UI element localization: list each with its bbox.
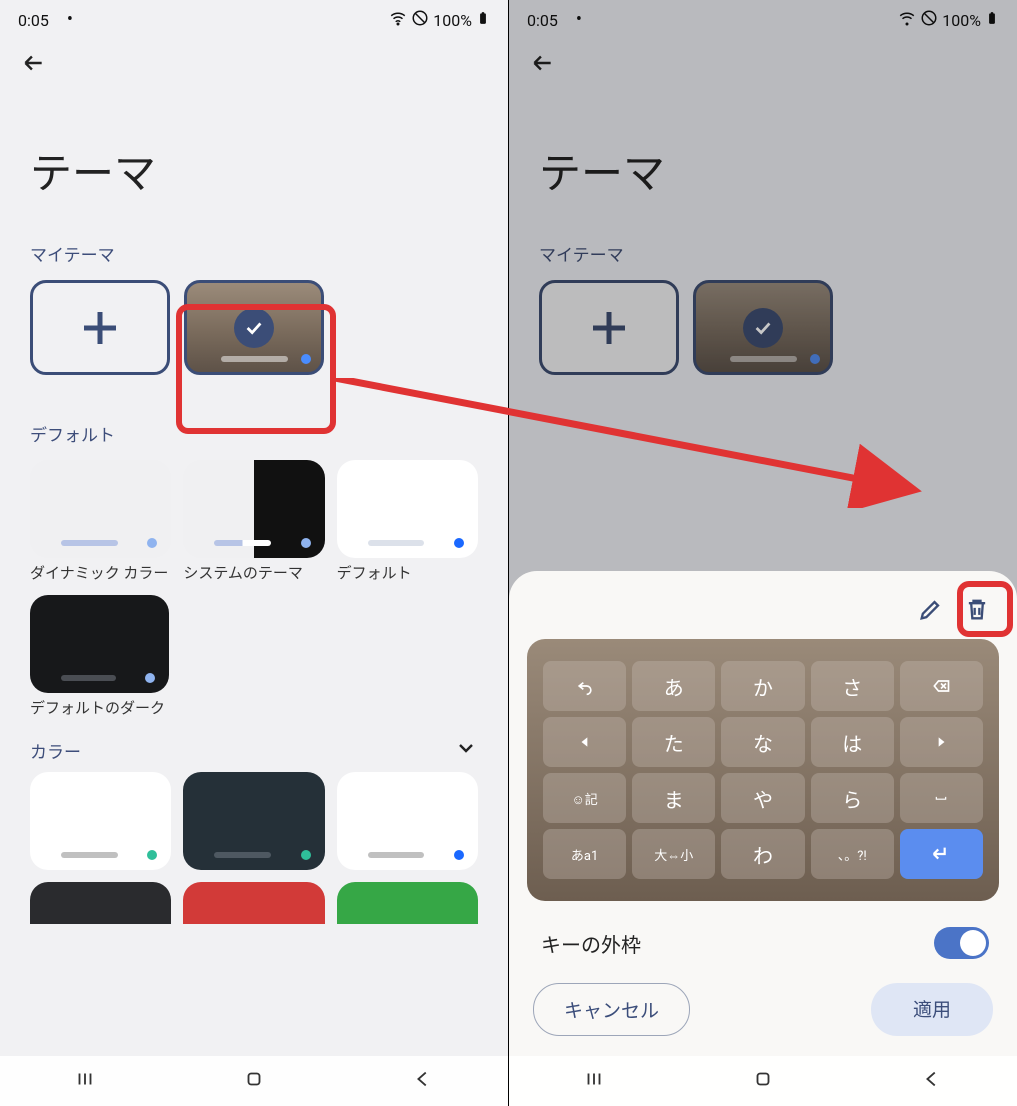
- color-green[interactable]: [337, 882, 478, 924]
- android-navbar: [509, 1056, 1017, 1106]
- color-white[interactable]: [30, 772, 171, 870]
- color-white2[interactable]: [337, 772, 478, 870]
- status-time: 0:05: [18, 11, 49, 30]
- key-punct[interactable]: 、。?!: [811, 829, 894, 879]
- add-theme-button[interactable]: [30, 280, 170, 375]
- my-theme-selected[interactable]: [693, 280, 833, 375]
- key-right[interactable]: [900, 717, 983, 767]
- color-label: カラー: [30, 738, 81, 763]
- wifi-icon: [898, 9, 916, 31]
- dnd-icon: [411, 9, 429, 31]
- theme-dynamic[interactable]: ダイナミック カラー: [30, 460, 171, 583]
- edit-icon[interactable]: [917, 595, 945, 627]
- status-bar: 0:05 • 100%: [509, 0, 1017, 40]
- home-button[interactable]: [752, 1068, 774, 1094]
- key-left[interactable]: [543, 717, 626, 767]
- color-red[interactable]: [183, 882, 324, 924]
- theme-edit-sheet: あ か さ た な は ☺記 ま や ら あa1 大⇔小: [509, 571, 1017, 1106]
- check-icon: [743, 308, 783, 348]
- keyboard-preview: あ か さ た な は ☺記 ま や ら あa1 大⇔小: [527, 639, 999, 901]
- check-icon: [234, 308, 274, 348]
- chevron-down-icon[interactable]: [454, 736, 478, 764]
- wifi-icon: [389, 9, 407, 31]
- back-button[interactable]: [529, 61, 555, 80]
- key-ha[interactable]: は: [811, 717, 894, 767]
- battery-text: 100%: [942, 11, 981, 30]
- back-nav-button[interactable]: [921, 1068, 943, 1094]
- default-label: デフォルト: [0, 375, 508, 460]
- key-size[interactable]: 大⇔小: [632, 829, 715, 879]
- key-a[interactable]: あ: [632, 661, 715, 711]
- color-dark[interactable]: [30, 882, 171, 924]
- color-charcoal[interactable]: [183, 772, 324, 870]
- status-time: 0:05: [527, 11, 558, 30]
- my-theme-selected[interactable]: [184, 280, 324, 375]
- key-ka[interactable]: か: [721, 661, 804, 711]
- key-ma[interactable]: ま: [632, 773, 715, 823]
- page-title: テーマ: [509, 80, 1017, 231]
- recent-apps-button[interactable]: [583, 1068, 605, 1094]
- key-ra[interactable]: ら: [811, 773, 894, 823]
- left-screenshot: 0:05 • 100% テーマ マイテーマ: [0, 0, 508, 1106]
- page-title: テーマ: [0, 80, 508, 231]
- battery-icon: [985, 9, 999, 31]
- back-button[interactable]: [20, 61, 46, 80]
- home-button[interactable]: [243, 1068, 265, 1094]
- key-na[interactable]: な: [721, 717, 804, 767]
- battery-text: 100%: [433, 11, 472, 30]
- cancel-button[interactable]: キャンセル: [533, 983, 690, 1036]
- theme-system[interactable]: システムのテーマ: [183, 460, 324, 583]
- theme-default[interactable]: デフォルト: [337, 460, 478, 583]
- key-sa[interactable]: さ: [811, 661, 894, 711]
- key-border-label: キーの外枠: [541, 929, 641, 958]
- key-ya[interactable]: や: [721, 773, 804, 823]
- apply-button[interactable]: 適用: [871, 983, 993, 1036]
- battery-icon: [476, 9, 490, 31]
- key-border-toggle[interactable]: [934, 927, 989, 959]
- key-mode[interactable]: あa1: [543, 829, 626, 879]
- right-screenshot: 0:05 • 100% テーマ マイテーマ: [509, 0, 1017, 1106]
- key-enter[interactable]: [900, 829, 983, 879]
- more-dot: •: [67, 11, 73, 29]
- my-themes-label: マイテーマ: [0, 231, 508, 280]
- recent-apps-button[interactable]: [74, 1068, 96, 1094]
- key-backspace[interactable]: [900, 661, 983, 711]
- key-emoji[interactable]: ☺記: [543, 773, 626, 823]
- key-space[interactable]: [900, 773, 983, 823]
- dnd-icon: [920, 9, 938, 31]
- more-dot: •: [576, 11, 582, 29]
- back-nav-button[interactable]: [412, 1068, 434, 1094]
- android-navbar: [0, 1056, 508, 1106]
- key-ta[interactable]: た: [632, 717, 715, 767]
- my-themes-label: マイテーマ: [509, 231, 1017, 280]
- status-bar: 0:05 • 100%: [0, 0, 508, 40]
- theme-default-dark[interactable]: デフォルトのダーク: [30, 595, 169, 718]
- add-theme-button[interactable]: [539, 280, 679, 375]
- key-undo[interactable]: [543, 661, 626, 711]
- key-wa[interactable]: わ: [721, 829, 804, 879]
- trash-icon[interactable]: [963, 595, 991, 627]
